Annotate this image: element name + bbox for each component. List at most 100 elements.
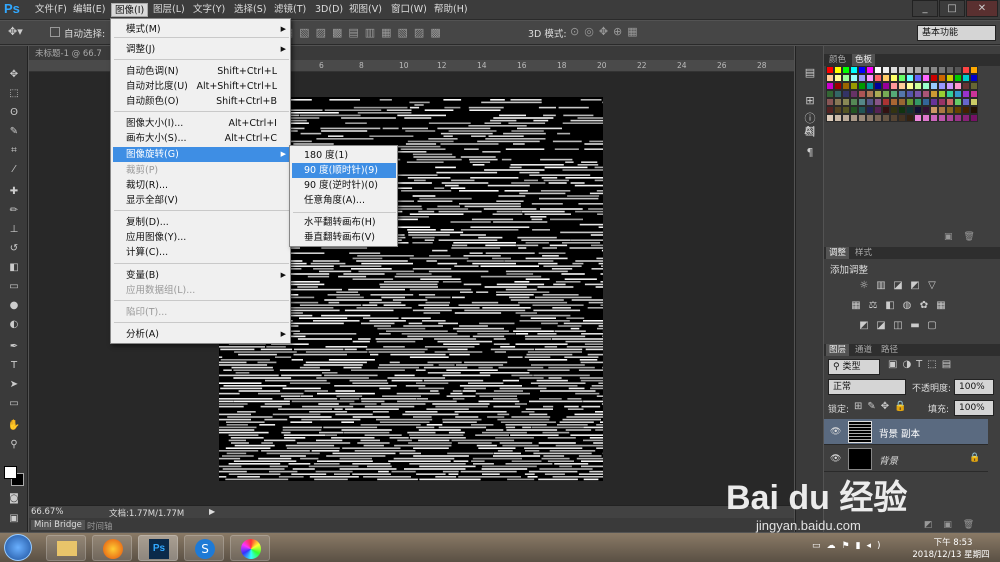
color-swatch[interactable]	[914, 74, 922, 82]
gradient-map-icon[interactable]: ▬	[909, 320, 921, 331]
color-swatch[interactable]	[882, 74, 890, 82]
browser-taskbar-icon[interactable]	[92, 535, 132, 561]
paint-taskbar-icon[interactable]	[230, 535, 270, 561]
color-swatch[interactable]	[866, 66, 874, 74]
color-swatch[interactable]	[954, 106, 962, 114]
menu-item-adjustments[interactable]: 调整(J) ▶	[113, 42, 290, 57]
blur-tool-icon[interactable]: ●	[6, 299, 22, 313]
photo-filter-icon[interactable]: ◍	[901, 300, 913, 311]
layer-filter-select[interactable]: ⚲ 类型	[828, 359, 880, 375]
color-swatch[interactable]	[890, 82, 898, 90]
sogou-taskbar-icon[interactable]: S	[184, 535, 224, 561]
color-lookup-icon[interactable]: ▦	[935, 300, 947, 311]
shape-tool-icon[interactable]: ▭	[6, 397, 22, 411]
levels-icon[interactable]: ▥	[875, 280, 887, 291]
color-swatch[interactable]	[938, 98, 946, 106]
color-swatch[interactable]	[890, 106, 898, 114]
color-swatch[interactable]	[826, 74, 834, 82]
color-swatch[interactable]	[922, 82, 930, 90]
color-swatch[interactable]	[898, 90, 906, 98]
color-swatch[interactable]	[850, 74, 858, 82]
color-swatch[interactable]	[826, 82, 834, 90]
menu-item-trim[interactable]: 裁切(R)...	[113, 178, 290, 193]
menu-view[interactable]: 视图(V)	[346, 3, 385, 17]
color-swatch[interactable]	[826, 106, 834, 114]
menu-3d[interactable]: 3D(D)	[312, 3, 346, 17]
color-swatch[interactable]	[914, 82, 922, 90]
channel-mixer-icon[interactable]: ✿	[918, 300, 930, 311]
lock-icons[interactable]: ⊞✎✥🔒	[854, 401, 912, 412]
color-swatch[interactable]	[906, 74, 914, 82]
color-swatch[interactable]	[922, 66, 930, 74]
tab-swatches[interactable]: 色板	[852, 54, 876, 66]
move-tool-icon[interactable]: ✥▾	[8, 25, 23, 38]
color-swatch[interactable]	[834, 106, 842, 114]
color-swatch[interactable]	[874, 66, 882, 74]
rotate-90-ccw[interactable]: 90 度(逆时针)(0)	[292, 178, 396, 193]
menu-item-mode[interactable]: 模式(M) ▶	[113, 22, 290, 37]
screen-mode-icon[interactable]: ▣	[6, 512, 22, 526]
color-swatch[interactable]	[866, 106, 874, 114]
brightness-icon[interactable]: ☼	[858, 280, 870, 291]
layer-filter-icons[interactable]: ▣◑T⬚▤	[888, 359, 956, 370]
menu-item-auto-color[interactable]: 自动颜色(O) Shift+Ctrl+B	[113, 94, 290, 109]
color-swatch[interactable]	[962, 74, 970, 82]
color-swatch[interactable]	[970, 74, 978, 82]
swatches-grid[interactable]	[826, 66, 978, 128]
flip-canvas-horizontal[interactable]: 水平翻转画布(H)	[292, 215, 396, 230]
black-white-icon[interactable]: ◧	[884, 300, 896, 311]
crop-tool-icon[interactable]: ⌗	[6, 144, 22, 158]
zoom-level[interactable]: 66.67%	[31, 507, 63, 517]
color-swatch[interactable]	[930, 66, 938, 74]
color-swatch[interactable]	[914, 90, 922, 98]
color-swatch[interactable]	[970, 114, 978, 122]
color-swatch[interactable]	[898, 106, 906, 114]
vibrance-icon[interactable]: ▽	[926, 280, 938, 291]
color-swatch[interactable]	[962, 114, 970, 122]
color-swatch[interactable]	[906, 106, 914, 114]
color-swatch[interactable]	[970, 106, 978, 114]
color-swatch[interactable]	[842, 74, 850, 82]
color-swatch[interactable]	[930, 106, 938, 114]
tab-adjustments[interactable]: 调整	[826, 247, 850, 259]
color-swatch[interactable]	[858, 114, 866, 122]
path-select-tool-icon[interactable]: ➤	[6, 378, 22, 392]
color-swatch[interactable]	[954, 66, 962, 74]
layer-row-background[interactable]: 👁 背景 🔒	[824, 446, 988, 472]
color-swatch[interactable]	[882, 66, 890, 74]
menu-filter[interactable]: 滤镜(T)	[271, 3, 309, 17]
color-swatch[interactable]	[954, 90, 962, 98]
color-swatch[interactable]	[890, 98, 898, 106]
color-swatch[interactable]	[866, 90, 874, 98]
menu-item-duplicate[interactable]: 复制(D)...	[113, 215, 290, 230]
color-swatch[interactable]	[962, 98, 970, 106]
color-swatch[interactable]	[930, 98, 938, 106]
color-swatch[interactable]	[946, 74, 954, 82]
color-swatch[interactable]	[922, 74, 930, 82]
color-swatch[interactable]	[834, 82, 842, 90]
color-swatch[interactable]	[842, 106, 850, 114]
layer-row-background-copy[interactable]: 👁 背景 副本	[824, 419, 988, 445]
color-swatch[interactable]	[946, 98, 954, 106]
color-swatch[interactable]	[898, 114, 906, 122]
color-swatch[interactable]	[962, 66, 970, 74]
auto-select-checkbox[interactable]	[50, 27, 60, 37]
quick-mask-icon[interactable]: ◙	[6, 492, 22, 506]
gradient-tool-icon[interactable]: ▭	[6, 280, 22, 294]
color-swatch[interactable]	[962, 106, 970, 114]
selective-color-icon[interactable]: ▢	[926, 320, 938, 331]
color-swatch[interactable]	[938, 82, 946, 90]
color-swatch[interactable]	[858, 74, 866, 82]
exposure-icon[interactable]: ◩	[909, 280, 921, 291]
color-swatch[interactable]	[898, 74, 906, 82]
color-swatch[interactable]	[938, 114, 946, 122]
color-swatch[interactable]	[954, 74, 962, 82]
color-swatch[interactable]	[930, 114, 938, 122]
color-swatch[interactable]	[922, 106, 930, 114]
color-swatch[interactable]	[858, 90, 866, 98]
color-swatch[interactable]	[826, 66, 834, 74]
tab-timeline[interactable]: 时间轴	[87, 520, 113, 532]
marquee-tool-icon[interactable]: ⬚	[6, 87, 22, 101]
color-swatch[interactable]	[850, 106, 858, 114]
color-swatch[interactable]	[946, 66, 954, 74]
